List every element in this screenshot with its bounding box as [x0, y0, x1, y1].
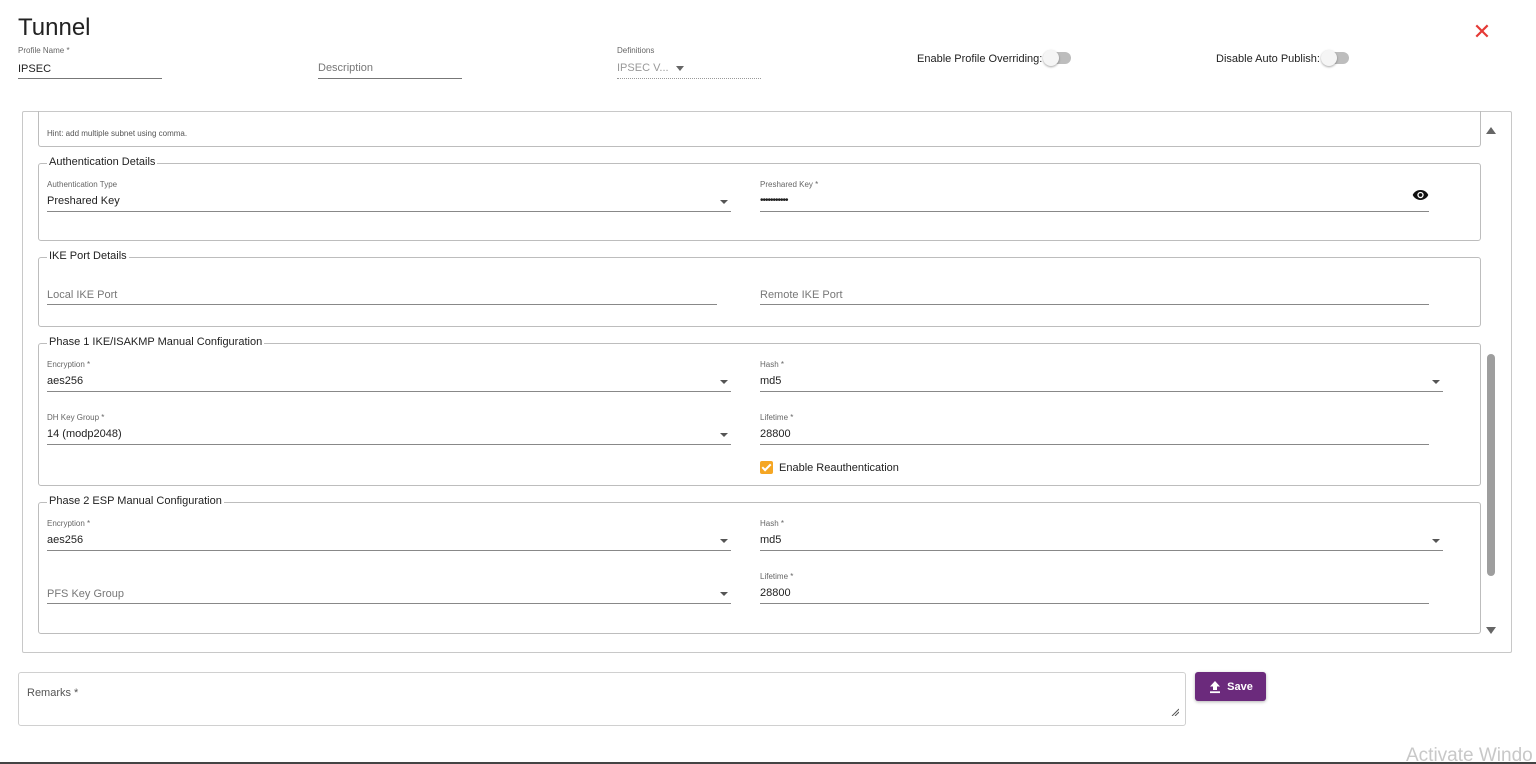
section-legend: Phase 1 IKE/ISAKMP Manual Configuration [47, 336, 265, 348]
field-underline [760, 304, 1429, 305]
subnet-hint: Hint: add multiple subnet using comma. [47, 129, 188, 138]
lifetime-label: Lifetime * [760, 413, 794, 422]
hash-value: md5 [760, 534, 782, 546]
enable-profile-overriding-label: Enable Profile Overriding: [917, 53, 1043, 65]
field-underline [760, 211, 1429, 212]
dh-key-group-value: 14 (modp2048) [47, 428, 122, 440]
chevron-down-icon [1432, 380, 1440, 384]
field-underline [47, 603, 731, 604]
section-legend: Phase 2 ESP Manual Configuration [47, 495, 224, 507]
phase1-lifetime-input[interactable]: Lifetime * 28800 [760, 413, 1429, 445]
toggle-knob [1320, 50, 1337, 66]
local-ike-port-input[interactable]: Local IKE Port [47, 273, 717, 305]
encryption-label: Encryption * [47, 360, 91, 369]
save-label: Save [1227, 680, 1253, 693]
phase2-hash-select[interactable]: Hash * md5 [760, 519, 1443, 551]
definitions-label: Definitions [617, 46, 655, 55]
field-underline [760, 444, 1429, 445]
page-title: Tunnel [18, 14, 91, 41]
hash-value: md5 [760, 375, 782, 387]
pfs-key-group-placeholder: PFS Key Group [47, 588, 125, 600]
lifetime-value[interactable]: 28800 [760, 428, 791, 440]
phase1-hash-select[interactable]: Hash * md5 [760, 360, 1443, 392]
field-underline [47, 550, 731, 551]
profile-name-label: Profile Name * [18, 46, 70, 55]
scroll-up-arrow[interactable] [1486, 127, 1496, 134]
upload-icon [1210, 680, 1221, 693]
chevron-down-icon [720, 592, 728, 596]
hash-label: Hash * [760, 519, 785, 528]
reauthentication-checkbox[interactable] [760, 461, 773, 474]
lifetime-value[interactable]: 28800 [760, 587, 791, 599]
local-ike-port-placeholder: Local IKE Port [47, 289, 118, 301]
save-button[interactable]: Save [1195, 672, 1266, 701]
phase2-pfs-key-group-select[interactable]: PFS Key Group [47, 572, 731, 604]
field-underline [617, 78, 761, 79]
section-legend: Authentication Details [47, 156, 158, 168]
eye-icon[interactable] [1412, 189, 1429, 201]
remote-ike-port-input[interactable]: Remote IKE Port [760, 273, 1429, 305]
chevron-down-icon [1432, 539, 1440, 543]
description-field[interactable]: Description [318, 46, 462, 80]
encryption-label: Encryption * [47, 519, 91, 528]
close-icon[interactable]: ✕ [1472, 21, 1492, 43]
enable-reauthentication: Enable Reauthentication [760, 461, 899, 474]
field-underline [18, 78, 162, 79]
enable-profile-overriding-toggle[interactable] [1043, 50, 1072, 66]
scrollbar-thumb[interactable] [1487, 354, 1495, 576]
profile-name-value[interactable]: IPSEC [18, 63, 51, 75]
field-underline [47, 444, 731, 445]
description-placeholder: Description [318, 62, 374, 74]
resize-grip-icon[interactable] [1171, 708, 1179, 716]
remote-ike-port-placeholder: Remote IKE Port [760, 289, 843, 301]
field-underline [760, 603, 1429, 604]
preshared-key-label: Preshared Key * [760, 180, 819, 189]
disable-auto-publish-label: Disable Auto Publish: [1216, 53, 1320, 65]
enable-profile-overriding: Enable Profile Overriding: [917, 50, 1072, 66]
hash-label: Hash * [760, 360, 785, 369]
field-underline [760, 550, 1443, 551]
chevron-down-icon [675, 65, 684, 71]
disable-auto-publish-toggle[interactable] [1320, 50, 1349, 66]
chevron-down-icon [720, 433, 728, 437]
field-underline [47, 391, 731, 392]
toggle-knob [1043, 50, 1060, 66]
preshared-key-value[interactable]: ••••••••••• [760, 195, 788, 206]
subnet-field-bottom [38, 111, 1481, 147]
dh-key-group-label: DH Key Group * [47, 413, 105, 422]
disable-auto-publish: Disable Auto Publish: [1216, 50, 1349, 66]
scroll-down-arrow[interactable] [1486, 627, 1496, 634]
authentication-type-select[interactable]: Authentication Type Preshared Key [47, 180, 731, 212]
lifetime-label: Lifetime * [760, 572, 794, 581]
encryption-value: aes256 [47, 375, 84, 387]
phase2-lifetime-input[interactable]: Lifetime * 28800 [760, 572, 1429, 604]
definitions-select: Definitions IPSEC V... [617, 46, 761, 80]
section-legend: IKE Port Details [47, 250, 129, 262]
preshared-key-field[interactable]: Preshared Key * ••••••••••• [760, 180, 1429, 212]
field-underline [47, 211, 731, 212]
phase1-encryption-select[interactable]: Encryption * aes256 [47, 360, 731, 392]
chevron-down-icon [720, 380, 728, 384]
encryption-value: aes256 [47, 534, 84, 546]
field-underline [47, 304, 717, 305]
profile-name-field[interactable]: Profile Name * IPSEC [18, 46, 162, 80]
definitions-value: IPSEC V... [617, 62, 684, 74]
field-underline [318, 78, 462, 79]
field-underline [760, 391, 1443, 392]
authentication-type-label: Authentication Type [47, 180, 118, 189]
chevron-down-icon [720, 539, 728, 543]
chevron-down-icon [720, 200, 728, 204]
phase1-dh-key-group-select[interactable]: DH Key Group * 14 (modp2048) [47, 413, 731, 445]
reauthentication-label: Enable Reauthentication [779, 461, 899, 474]
authentication-type-value: Preshared Key [47, 195, 120, 207]
remarks-textarea[interactable]: Remarks * [18, 672, 1186, 726]
phase2-encryption-select[interactable]: Encryption * aes256 [47, 519, 731, 551]
remarks-placeholder: Remarks * [27, 687, 79, 699]
